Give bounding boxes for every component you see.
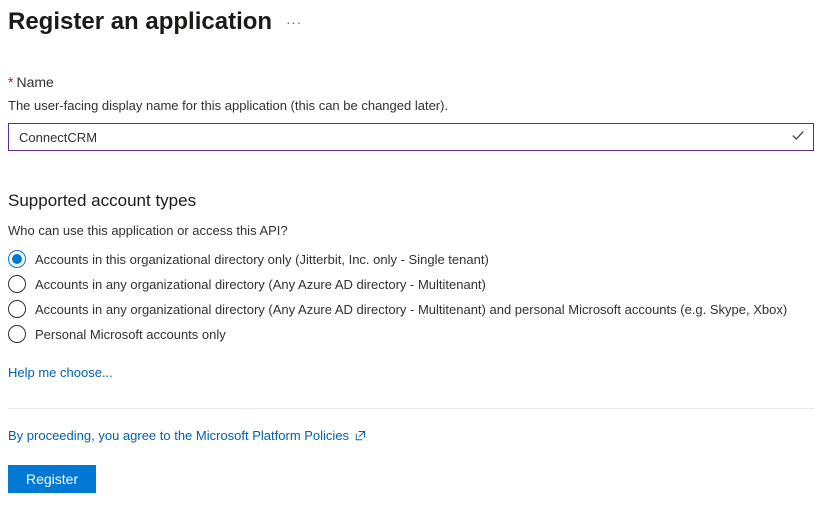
radio-icon xyxy=(8,300,26,318)
name-input-wrap xyxy=(8,123,814,151)
help-me-choose-link[interactable]: Help me choose... xyxy=(8,365,113,380)
radio-label: Accounts in any organizational directory… xyxy=(35,302,787,317)
radio-label: Personal Microsoft accounts only xyxy=(35,327,226,342)
account-types-header: Supported account types xyxy=(8,191,814,211)
divider xyxy=(8,408,814,409)
radio-label: Accounts in any organizational directory… xyxy=(35,277,486,292)
more-icon[interactable]: ··· xyxy=(286,15,302,30)
account-type-option-0[interactable]: Accounts in this organizational director… xyxy=(8,250,814,268)
consent-text: By proceeding, you agree to the Microsof… xyxy=(8,428,349,443)
platform-policies-link[interactable]: By proceeding, you agree to the Microsof… xyxy=(8,428,366,443)
name-field-help: The user-facing display name for this ap… xyxy=(8,98,814,113)
account-type-option-3[interactable]: Personal Microsoft accounts only xyxy=(8,325,814,343)
account-type-option-1[interactable]: Accounts in any organizational directory… xyxy=(8,275,814,293)
radio-icon xyxy=(8,250,26,268)
name-input[interactable] xyxy=(8,123,814,151)
radio-label: Accounts in this organizational director… xyxy=(35,252,489,267)
radio-icon xyxy=(8,325,26,343)
consent-row: By proceeding, you agree to the Microsof… xyxy=(8,427,814,443)
external-link-icon xyxy=(354,430,366,442)
account-types-help: Who can use this application or access t… xyxy=(8,223,814,238)
name-field-label: *Name xyxy=(8,74,814,90)
page-title: Register an application xyxy=(8,8,272,36)
account-type-option-2[interactable]: Accounts in any organizational directory… xyxy=(8,300,814,318)
name-label-text: Name xyxy=(16,74,53,90)
register-button[interactable]: Register xyxy=(8,465,96,493)
page-header: Register an application ··· xyxy=(8,8,814,36)
account-types-radio-group: Accounts in this organizational director… xyxy=(8,250,814,343)
radio-icon xyxy=(8,275,26,293)
